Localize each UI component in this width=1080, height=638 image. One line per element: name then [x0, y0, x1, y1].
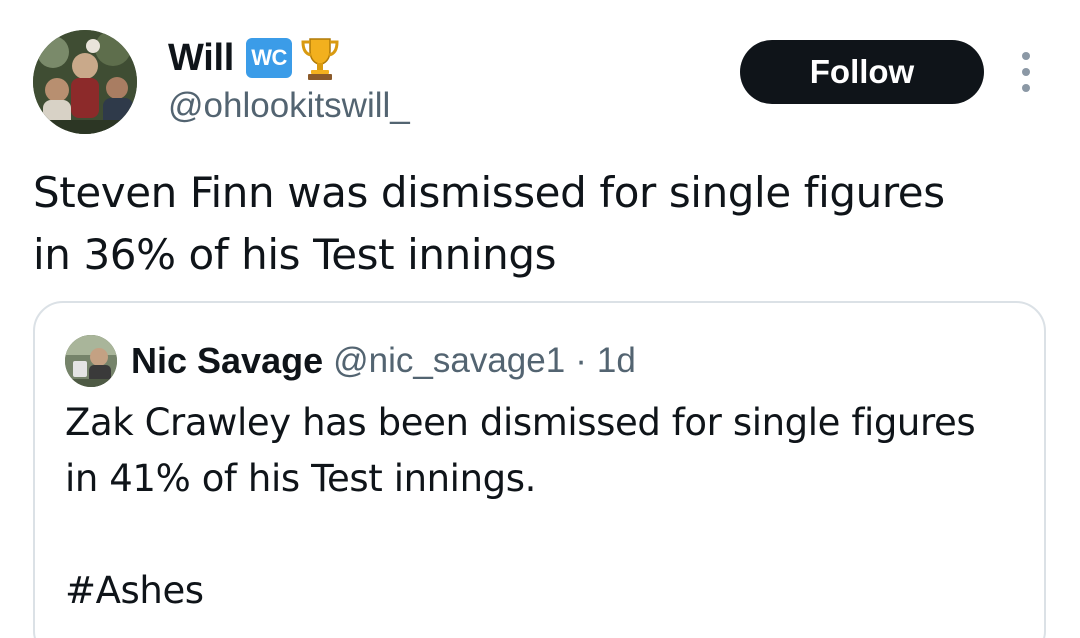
- more-dot-icon: [1022, 68, 1030, 76]
- author-name-row: Will WC: [168, 33, 340, 83]
- wc-badge-icon: WC: [246, 38, 293, 78]
- quoted-tweet-text: Zak Crawley has been dismissed for singl…: [65, 395, 1025, 619]
- author-display-name[interactable]: Will: [168, 33, 234, 83]
- quoted-tweet-header: Nic Savage @nic_savage1 · 1d: [65, 333, 636, 389]
- more-vertical-icon[interactable]: [1014, 52, 1038, 92]
- quoted-separator: ·: [575, 341, 587, 380]
- trophy-icon: [300, 35, 340, 81]
- follow-button[interactable]: Follow: [740, 40, 984, 104]
- hashtag-link[interactable]: #Ashes: [65, 563, 1025, 619]
- quoted-author-handle[interactable]: @nic_savage1: [333, 341, 565, 381]
- tweet-text: Steven Finn was dismissed for single fig…: [33, 162, 1063, 286]
- more-dot-icon: [1022, 52, 1030, 60]
- author-handle[interactable]: @ohlookitswill_: [168, 84, 410, 128]
- quoted-author-name[interactable]: Nic Savage: [131, 340, 323, 382]
- quoted-timestamp[interactable]: 1d: [597, 341, 636, 381]
- quoted-tweet-card[interactable]: Nic Savage @nic_savage1 · 1d Zak Crawley…: [33, 301, 1046, 638]
- quoted-text-line: in 41% of his Test innings.: [65, 457, 536, 500]
- quoted-text-line: Zak Crawley has been dismissed for singl…: [65, 401, 976, 444]
- quoted-text-spacer: [65, 507, 1025, 563]
- tweet-text-line: in 36% of his Test innings: [33, 230, 557, 279]
- tweet-text-line: Steven Finn was dismissed for single fig…: [33, 168, 945, 217]
- quoted-author-avatar[interactable]: [65, 335, 117, 387]
- author-avatar[interactable]: [33, 30, 137, 134]
- more-dot-icon: [1022, 84, 1030, 92]
